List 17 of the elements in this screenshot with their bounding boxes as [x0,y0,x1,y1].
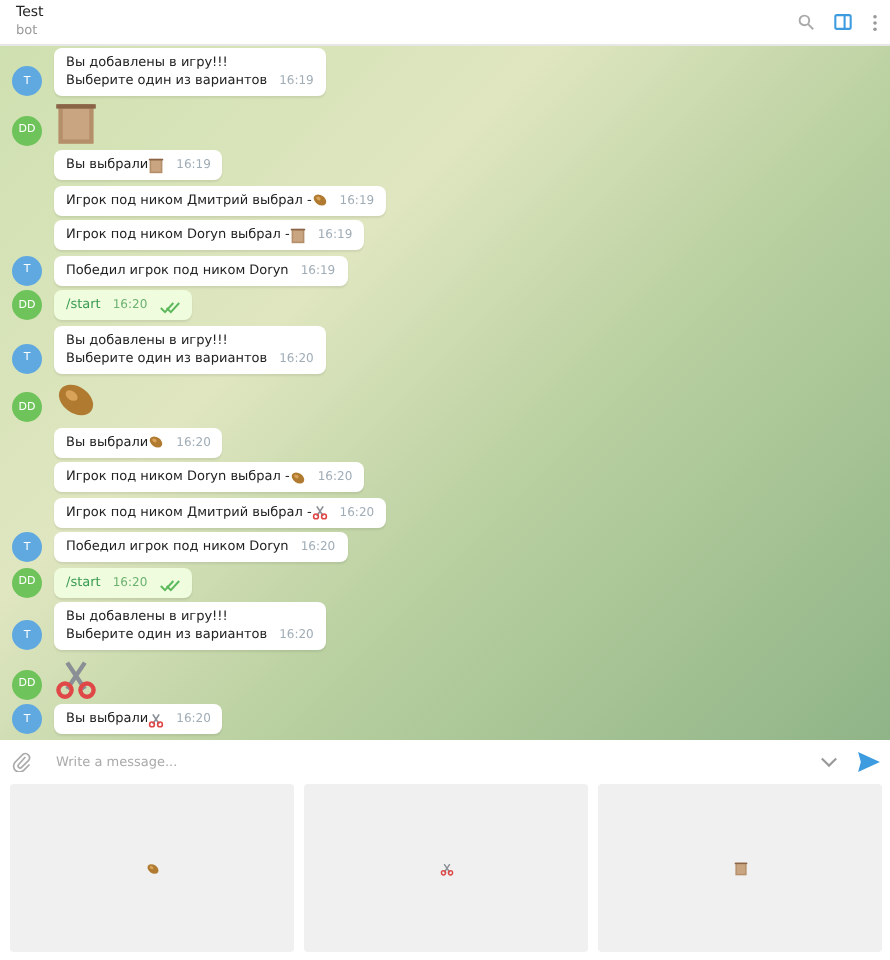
rock-icon [145,861,159,875]
scroll-icon [54,101,98,145]
search-icon[interactable] [798,14,814,30]
sidebar-toggle-icon[interactable] [834,14,852,30]
scroll-icon [148,157,165,173]
paperclip-icon[interactable] [12,752,32,772]
rock-icon [289,469,306,485]
more-icon[interactable] [872,13,878,31]
rock-icon [311,192,328,208]
scroll-icon [289,227,306,243]
send-icon[interactable] [858,752,880,772]
scroll-icon [733,861,747,875]
chevron-down-icon[interactable] [820,756,838,768]
scissors-icon [311,504,328,520]
scissors-icon [439,861,453,875]
rock-icon [148,434,165,450]
scissors-icon [148,711,165,727]
